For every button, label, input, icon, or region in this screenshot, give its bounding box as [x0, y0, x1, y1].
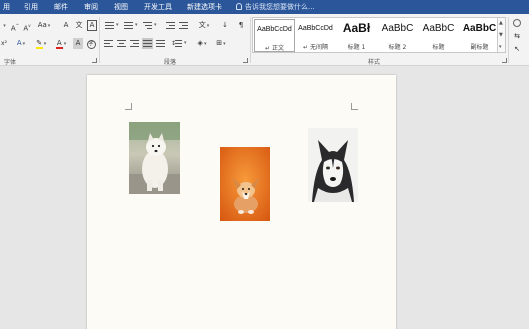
document-area[interactable]: [0, 67, 529, 329]
style-preview: AaBbCcDd: [298, 25, 333, 32]
font-dialog-launcher-icon[interactable]: [92, 58, 97, 63]
multilevel-list-icon[interactable]: ▾: [141, 20, 157, 31]
style-name: ↵ 无间隔: [303, 44, 328, 51]
document-page[interactable]: [87, 75, 396, 329]
style-no-spacing[interactable]: AaBbCcDd ↵ 无间隔: [295, 19, 336, 52]
style-name: 标题 2: [388, 44, 407, 51]
style-preview: AaBbC: [462, 23, 497, 34]
margin-corner-mark: [125, 103, 132, 110]
font-group-label: 字体: [4, 59, 17, 66]
style-name: ↵ 正文: [265, 45, 284, 52]
font-color-icon[interactable]: A ▾: [54, 38, 68, 49]
husky-photo-image: [308, 128, 358, 202]
borders-icon[interactable]: ⊞▾: [213, 38, 229, 49]
style-subtitle[interactable]: AaBbC 副标题: [459, 19, 500, 52]
chinese-layout-icon[interactable]: 文▾: [196, 20, 212, 31]
style-name: 副标题: [470, 44, 489, 51]
styles-gallery: AaBbCcDd ↵ 正文 AaBbCcDd ↵ 无间隔 AaBł 标题 1 A…: [252, 17, 498, 53]
superscript-icon[interactable]: x²: [0, 38, 8, 49]
samoyed-photo-image: [129, 122, 180, 194]
style-name: 标题 1: [347, 44, 366, 51]
margin-corner-mark: [351, 103, 358, 110]
grow-font-icon[interactable]: A^: [10, 20, 20, 32]
align-left-icon[interactable]: [103, 38, 114, 49]
sort-icon[interactable]: ↓: [220, 20, 230, 31]
style-name: 标题: [432, 44, 445, 51]
style-preview: AaBbC: [422, 23, 455, 34]
select-icon[interactable]: ↖: [512, 44, 522, 55]
font-size-dropdown[interactable]: ▾: [0, 20, 8, 31]
tab-references[interactable]: 引用: [24, 2, 38, 12]
highlight-icon[interactable]: ✎ ▾: [34, 38, 48, 49]
char-border-icon[interactable]: A: [87, 20, 97, 31]
shading-icon[interactable]: ◈▾: [194, 38, 210, 49]
increase-indent-icon[interactable]: [178, 20, 189, 31]
align-center-icon[interactable]: [116, 38, 127, 49]
menu-bar: 用 引用 邮件 审阅 视图 开发工具 新建选项卡 告诉我您想要做什么...: [0, 0, 529, 14]
styles-gallery-scroll: ▲ ▼ ▾: [498, 17, 506, 53]
paragraph-group-label: 段落: [164, 59, 177, 66]
justify-icon[interactable]: [142, 38, 153, 49]
scroll-up-icon[interactable]: ▲: [499, 20, 504, 26]
more-styles-icon[interactable]: ▾: [499, 44, 504, 50]
tab-developer[interactable]: 开发工具: [144, 2, 172, 12]
style-heading-2[interactable]: AaBbC 标题 2: [377, 19, 418, 52]
clear-format-icon[interactable]: A: [61, 20, 71, 31]
numbering-icon[interactable]: ▾: [122, 20, 138, 31]
align-right-icon[interactable]: [129, 38, 140, 49]
paragraph-dialog-launcher-icon[interactable]: [243, 58, 248, 63]
husky-photo[interactable]: [308, 128, 358, 202]
line-spacing-icon[interactable]: ↕ ▾: [171, 38, 187, 49]
style-heading-1[interactable]: AaBł 标题 1: [336, 19, 377, 52]
style-preview: AaBbCcDd: [257, 26, 292, 33]
scroll-down-icon[interactable]: ▼: [499, 32, 504, 38]
replace-icon[interactable]: ⇆: [512, 31, 522, 42]
editing-group: ⇆ ↖: [510, 17, 529, 63]
corgi-photo-image: [220, 147, 270, 221]
tab-review[interactable]: 审阅: [84, 2, 98, 12]
tell-me-box[interactable]: 告诉我您想要做什么...: [236, 2, 315, 12]
styles-group-label: 样式: [368, 59, 381, 66]
group-divider: [508, 17, 509, 63]
tab-view[interactable]: 视图: [114, 2, 128, 12]
char-shading-icon[interactable]: A: [73, 38, 83, 49]
tab-mailings[interactable]: 邮件: [54, 2, 68, 12]
style-preview: AaBł: [342, 21, 371, 35]
text-effect-icon[interactable]: A▾: [15, 38, 27, 49]
ribbon: ▾ A^ Av Aa▾ A 文 A x² A▾ ✎ ▾ A ▾ A 字 字体 ▾ ▾…: [0, 14, 529, 66]
decrease-indent-icon[interactable]: [165, 20, 176, 31]
samoyed-photo[interactable]: [129, 122, 180, 194]
styles-dialog-launcher-icon[interactable]: [502, 58, 507, 63]
group-divider: [99, 17, 100, 63]
lightbulb-icon: [236, 3, 242, 10]
change-case-icon[interactable]: Aa▾: [37, 20, 51, 31]
style-normal[interactable]: AaBbCcDd ↵ 正文: [254, 19, 295, 52]
enclose-char-icon[interactable]: 字: [86, 38, 96, 49]
style-preview: AaBbC: [381, 23, 414, 34]
tell-me-text: 告诉我您想要做什么...: [245, 3, 315, 11]
corgi-photo[interactable]: [220, 147, 270, 221]
style-title[interactable]: AaBbC 标题: [418, 19, 459, 52]
show-marks-icon[interactable]: ¶: [236, 20, 246, 31]
tab-new-tab[interactable]: 新建选项卡: [187, 2, 222, 12]
group-divider: [250, 17, 251, 63]
tab-start[interactable]: 用: [3, 2, 10, 12]
find-icon[interactable]: [513, 19, 521, 27]
phonetic-guide-icon[interactable]: 文: [74, 20, 84, 31]
bullets-icon[interactable]: ▾: [103, 20, 119, 31]
shrink-font-icon[interactable]: Av: [22, 20, 32, 32]
distributed-align-icon[interactable]: [155, 38, 166, 49]
